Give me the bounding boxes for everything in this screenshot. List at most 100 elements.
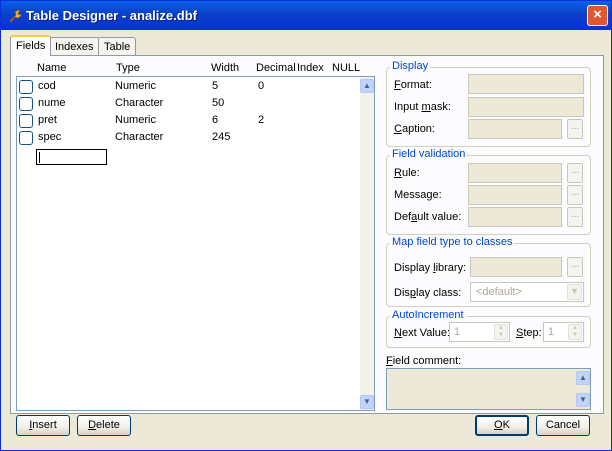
display-library-label: Display library: <box>394 262 467 274</box>
ellipsis-icon: ... <box>570 121 580 132</box>
spin-down-icon: ▼ <box>498 332 504 338</box>
field-decimal-cell[interactable]: 0 <box>258 80 264 92</box>
rule-input[interactable] <box>468 163 562 183</box>
title-bar[interactable]: Table Designer - analize.dbf × <box>1 1 611 30</box>
default-value-builder-button[interactable]: ... <box>567 207 583 227</box>
display-class-label: Display class: <box>394 287 462 299</box>
column-header-decimal[interactable]: Decimal <box>256 62 296 74</box>
field-type-cell[interactable]: Numeric <box>115 80 156 92</box>
new-field-name-input[interactable] <box>36 149 107 165</box>
ellipsis-icon: ... <box>570 209 580 220</box>
default-value-input[interactable] <box>468 207 562 227</box>
step-label: Step: <box>516 327 542 339</box>
dropdown-button[interactable]: ▼ <box>567 284 582 300</box>
input-mask-input[interactable] <box>468 97 584 117</box>
message-label: Message: <box>394 189 442 201</box>
field-type-cell[interactable]: Numeric <box>115 114 156 126</box>
ellipsis-icon: ... <box>570 165 580 176</box>
arrow-down-icon: ▼ <box>363 397 371 406</box>
fields-grid[interactable]: cod Numeric 5 0 nume Character 50 pret N… <box>16 76 375 411</box>
grid-vertical-scrollbar[interactable]: ▲ ▼ <box>360 77 374 410</box>
caption-builder-button[interactable]: ... <box>567 119 583 139</box>
tab-label: Indexes <box>55 41 94 53</box>
field-width-cell[interactable]: 245 <box>212 131 230 143</box>
format-label: Format: <box>394 79 432 91</box>
row-mover-button[interactable] <box>19 131 33 145</box>
cancel-button[interactable]: Cancel <box>536 415 590 436</box>
column-header-type[interactable]: Type <box>116 62 140 74</box>
ellipsis-icon: ... <box>570 187 580 198</box>
spin-up-icon: ▲ <box>572 325 578 331</box>
map-classes-legend: Map field type to classes <box>390 236 515 248</box>
display-class-value: <default> <box>476 286 522 298</box>
arrow-up-icon: ▲ <box>579 373 587 382</box>
rule-builder-button[interactable]: ... <box>567 163 583 183</box>
close-icon: × <box>593 6 602 23</box>
field-width-cell[interactable]: 50 <box>212 97 224 109</box>
text-caret <box>39 152 40 163</box>
delete-button[interactable]: Delete <box>77 415 131 436</box>
close-button[interactable]: × <box>587 5 608 26</box>
insert-button[interactable]: Insert <box>16 415 70 436</box>
window-title: Table Designer - analize.dbf <box>26 8 197 23</box>
next-value-spinner[interactable]: 1 ▲ ▼ <box>449 322 510 342</box>
field-name-cell[interactable]: cod <box>38 80 56 92</box>
caption-label: Caption: <box>394 123 435 135</box>
default-value-label: Default value: <box>394 211 462 223</box>
tab-fields[interactable]: Fields <box>10 35 52 56</box>
next-value-value: 1 <box>454 326 461 338</box>
scroll-up-button[interactable]: ▲ <box>576 371 590 385</box>
field-type-cell[interactable]: Character <box>115 131 163 143</box>
ok-button[interactable]: OK <box>475 415 529 436</box>
column-header-null[interactable]: NULL <box>332 62 360 74</box>
caption-input[interactable] <box>468 119 562 139</box>
arrow-down-icon: ▼ <box>579 395 587 404</box>
message-input[interactable] <box>468 185 562 205</box>
field-width-cell[interactable]: 5 <box>212 80 218 92</box>
row-mover-button[interactable] <box>19 80 33 94</box>
display-library-input[interactable] <box>470 257 562 277</box>
rule-label: Rule: <box>394 167 420 179</box>
display-class-select[interactable]: <default> ▼ <box>470 282 584 302</box>
display-library-browse-button[interactable]: ... <box>567 257 583 277</box>
tab-label: Table <box>104 41 131 53</box>
autoincrement-legend: AutoIncrement <box>390 309 466 321</box>
step-spinner[interactable]: 1 ▲ ▼ <box>543 322 584 342</box>
step-value: 1 <box>548 326 555 338</box>
next-value-label: Next Value: <box>394 327 451 339</box>
message-builder-button[interactable]: ... <box>567 185 583 205</box>
field-name-cell[interactable]: spec <box>38 131 61 143</box>
chevron-down-icon: ▼ <box>570 286 579 296</box>
tab-label: Fields <box>16 40 46 52</box>
column-header-index[interactable]: Index <box>297 62 324 74</box>
display-group-legend: Display <box>390 60 431 72</box>
field-name-cell[interactable]: nume <box>38 97 66 109</box>
input-mask-label: Input mask: <box>394 101 451 113</box>
field-name-cell[interactable]: pret <box>38 114 57 126</box>
row-mover-button[interactable] <box>19 114 33 128</box>
column-header-name[interactable]: Name <box>37 62 66 74</box>
table-designer-window: Table Designer - analize.dbf × Fields In… <box>0 0 612 451</box>
field-comment-textarea[interactable]: ▲ ▼ <box>386 368 591 410</box>
field-decimal-cell[interactable]: 2 <box>258 114 264 126</box>
tab-table[interactable]: Table <box>98 37 137 55</box>
field-comment-label: Field comment: <box>386 355 462 367</box>
tool-wrench-icon <box>9 9 22 23</box>
field-type-cell[interactable]: Character <box>115 97 163 109</box>
row-mover-button[interactable] <box>19 97 33 111</box>
spin-up-icon: ▲ <box>498 325 504 331</box>
field-validation-legend: Field validation <box>390 148 468 160</box>
scroll-up-button[interactable]: ▲ <box>360 79 374 93</box>
format-input[interactable] <box>468 74 584 94</box>
ellipsis-icon: ... <box>570 259 580 270</box>
spinner-buttons[interactable]: ▲ ▼ <box>494 324 508 340</box>
spin-down-icon: ▼ <box>572 332 578 338</box>
column-header-width[interactable]: Width <box>211 62 239 74</box>
arrow-up-icon: ▲ <box>363 81 371 90</box>
spinner-buttons[interactable]: ▲ ▼ <box>568 324 582 340</box>
field-width-cell[interactable]: 6 <box>212 114 218 126</box>
scroll-down-button[interactable]: ▼ <box>576 393 590 407</box>
tab-indexes[interactable]: Indexes <box>49 37 100 55</box>
comment-scrollbar[interactable]: ▲ ▼ <box>576 369 590 409</box>
scroll-down-button[interactable]: ▼ <box>360 395 374 409</box>
